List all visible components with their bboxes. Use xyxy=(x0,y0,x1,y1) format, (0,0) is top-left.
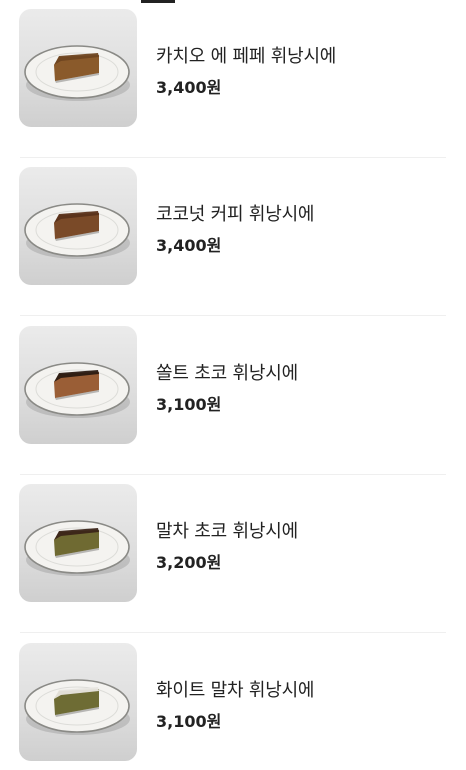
product-image xyxy=(19,643,137,761)
divider xyxy=(20,632,446,633)
product-name: 쏠트 초코 휘낭시에 xyxy=(156,363,298,384)
product-image xyxy=(19,326,137,444)
product-image xyxy=(19,484,137,602)
financier-photo-cacio-e-pepe xyxy=(24,45,130,101)
menu-item[interactable]: 말차 초코 휘낭시에 3,200원 xyxy=(0,475,466,633)
divider xyxy=(20,315,446,316)
product-image xyxy=(19,167,137,285)
product-name: 코코넛 커피 휘낭시에 xyxy=(156,204,315,225)
menu-item[interactable]: 화이트 말차 휘낭시에 3,100원 xyxy=(0,634,466,770)
product-price: 3,400원 xyxy=(156,78,222,97)
menu-item[interactable]: 쏠트 초코 휘낭시에 3,100원 xyxy=(0,317,466,475)
financier-photo-coconut-coffee xyxy=(24,203,130,259)
product-price: 3,200원 xyxy=(156,553,222,572)
product-price: 3,100원 xyxy=(156,712,222,731)
product-price: 3,400원 xyxy=(156,236,222,255)
product-name: 카치오 에 페페 휘낭시에 xyxy=(156,46,337,67)
financier-photo-matcha-choco xyxy=(24,520,130,576)
product-name: 화이트 말차 휘낭시에 xyxy=(156,680,315,701)
financier-photo-salt-choco xyxy=(24,362,130,418)
menu-item[interactable]: 카치오 에 페페 휘낭시에 3,400원 xyxy=(0,0,466,158)
product-image xyxy=(19,9,137,127)
product-price: 3,100원 xyxy=(156,395,222,414)
financier-photo-white-matcha xyxy=(24,679,130,735)
product-name: 말차 초코 휘낭시에 xyxy=(156,521,298,542)
menu-item[interactable]: 코코넛 커피 휘낭시에 3,400원 xyxy=(0,158,466,316)
